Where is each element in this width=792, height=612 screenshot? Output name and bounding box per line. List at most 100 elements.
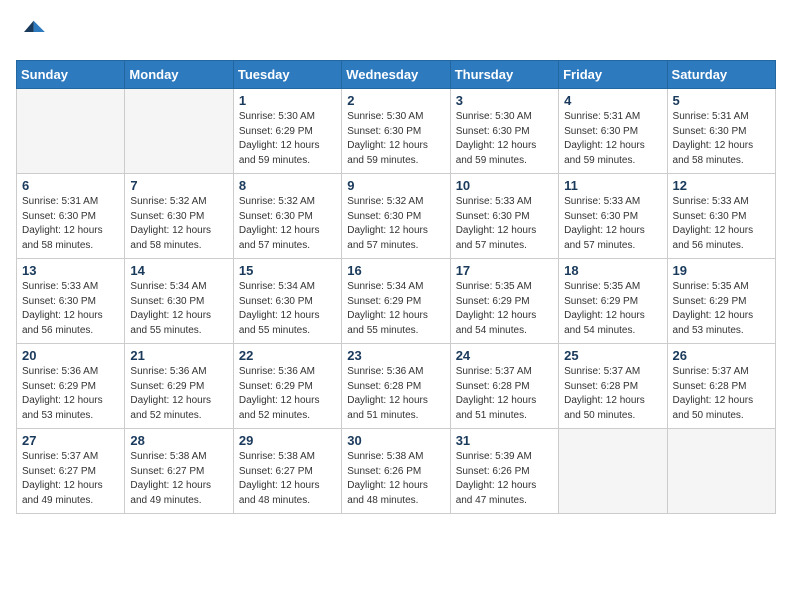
calendar-cell: 31 Sunrise: 5:39 AMSunset: 6:26 PMDayligh… [450, 429, 558, 514]
calendar-cell: 15 Sunrise: 5:34 AMSunset: 6:30 PMDayligh… [233, 259, 341, 344]
day-number: 14 [130, 263, 227, 278]
col-header-wednesday: Wednesday [342, 61, 450, 89]
day-number: 15 [239, 263, 336, 278]
calendar-cell: 18 Sunrise: 5:35 AMSunset: 6:29 PMDayligh… [559, 259, 667, 344]
day-detail: Sunrise: 5:36 AMSunset: 6:29 PMDaylight:… [239, 365, 336, 423]
calendar-cell: 19Sunrise: 5:35 AMSunset: 6:29 PMDayligh… [667, 259, 775, 344]
calendar-cell: 14 Sunrise: 5:34 AMSunset: 6:30 PMDayligh… [125, 259, 233, 344]
day-detail: Sunrise: 5:38 AMSunset: 6:26 PMDaylight:… [347, 450, 444, 508]
day-detail: Sunrise: 5:37 AMSunset: 6:28 PMDaylight:… [456, 365, 553, 423]
calendar-cell: 28 Sunrise: 5:38 AMSunset: 6:27 PMDayligh… [125, 429, 233, 514]
week-row-3: 13 Sunrise: 5:33 AMSunset: 6:30 PMDayligh… [17, 259, 776, 344]
day-detail: Sunrise: 5:30 AMSunset: 6:29 PMDaylight:… [239, 110, 336, 168]
day-number: 25 [564, 348, 661, 363]
day-number: 2 [347, 93, 444, 108]
calendar-cell: 21 Sunrise: 5:36 AMSunset: 6:29 PMDayligh… [125, 344, 233, 429]
day-detail: Sunrise: 5:35 AMSunset: 6:29 PMDaylight:… [564, 280, 661, 338]
day-detail: Sunrise: 5:38 AMSunset: 6:27 PMDaylight:… [130, 450, 227, 508]
calendar-cell: 8 Sunrise: 5:32 AMSunset: 6:30 PMDaylight… [233, 174, 341, 259]
day-number: 18 [564, 263, 661, 278]
calendar-cell [17, 89, 125, 174]
calendar-cell: 5 Sunrise: 5:31 AMSunset: 6:30 PMDaylight… [667, 89, 775, 174]
day-number: 9 [347, 178, 444, 193]
calendar-cell: 20 Sunrise: 5:36 AMSunset: 6:29 PMDayligh… [17, 344, 125, 429]
day-detail: Sunrise: 5:31 AMSunset: 6:30 PMDaylight:… [22, 195, 119, 253]
col-header-sunday: Sunday [17, 61, 125, 89]
day-number: 13 [22, 263, 119, 278]
calendar-cell: 4Sunrise: 5:31 AMSunset: 6:30 PMDaylight… [559, 89, 667, 174]
calendar-cell: 29 Sunrise: 5:38 AMSunset: 6:27 PMDayligh… [233, 429, 341, 514]
logo [16, 16, 52, 48]
day-detail: Sunrise: 5:37 AMSunset: 6:28 PMDaylight:… [673, 365, 770, 423]
calendar-cell: 3Sunrise: 5:30 AMSunset: 6:30 PMDaylight… [450, 89, 558, 174]
day-detail: Sunrise: 5:33 AMSunset: 6:30 PMDaylight:… [22, 280, 119, 338]
day-detail: Sunrise: 5:38 AMSunset: 6:27 PMDaylight:… [239, 450, 336, 508]
day-detail: Sunrise: 5:37 AMSunset: 6:28 PMDaylight:… [564, 365, 661, 423]
day-detail: Sunrise: 5:31 AMSunset: 6:30 PMDaylight:… [673, 110, 770, 168]
calendar-cell [667, 429, 775, 514]
week-row-5: 27 Sunrise: 5:37 AMSunset: 6:27 PMDayligh… [17, 429, 776, 514]
day-number: 5 [673, 93, 770, 108]
day-number: 20 [22, 348, 119, 363]
day-number: 28 [130, 433, 227, 448]
calendar-header-row: SundayMondayTuesdayWednesdayThursdayFrid… [17, 61, 776, 89]
col-header-friday: Friday [559, 61, 667, 89]
col-header-thursday: Thursday [450, 61, 558, 89]
day-number: 24 [456, 348, 553, 363]
day-detail: Sunrise: 5:32 AMSunset: 6:30 PMDaylight:… [239, 195, 336, 253]
day-detail: Sunrise: 5:33 AMSunset: 6:30 PMDaylight:… [564, 195, 661, 253]
calendar-cell: 23 Sunrise: 5:36 AMSunset: 6:28 PMDayligh… [342, 344, 450, 429]
calendar-cell: 1 Sunrise: 5:30 AMSunset: 6:29 PMDaylight… [233, 89, 341, 174]
calendar-cell: 26Sunrise: 5:37 AMSunset: 6:28 PMDayligh… [667, 344, 775, 429]
day-number: 27 [22, 433, 119, 448]
day-number: 11 [564, 178, 661, 193]
col-header-tuesday: Tuesday [233, 61, 341, 89]
day-number: 21 [130, 348, 227, 363]
day-detail: Sunrise: 5:36 AMSunset: 6:29 PMDaylight:… [130, 365, 227, 423]
day-number: 23 [347, 348, 444, 363]
day-number: 30 [347, 433, 444, 448]
day-number: 22 [239, 348, 336, 363]
day-detail: Sunrise: 5:32 AMSunset: 6:30 PMDaylight:… [130, 195, 227, 253]
calendar-cell: 2 Sunrise: 5:30 AMSunset: 6:30 PMDaylight… [342, 89, 450, 174]
calendar-cell: 12 Sunrise: 5:33 AMSunset: 6:30 PMDayligh… [667, 174, 775, 259]
day-number: 29 [239, 433, 336, 448]
col-header-saturday: Saturday [667, 61, 775, 89]
day-number: 6 [22, 178, 119, 193]
day-number: 16 [347, 263, 444, 278]
day-detail: Sunrise: 5:35 AMSunset: 6:29 PMDaylight:… [456, 280, 553, 338]
calendar-cell: 27 Sunrise: 5:37 AMSunset: 6:27 PMDayligh… [17, 429, 125, 514]
day-detail: Sunrise: 5:33 AMSunset: 6:30 PMDaylight:… [456, 195, 553, 253]
day-detail: Sunrise: 5:34 AMSunset: 6:29 PMDaylight:… [347, 280, 444, 338]
day-detail: Sunrise: 5:30 AMSunset: 6:30 PMDaylight:… [456, 110, 553, 168]
calendar-cell: 11 Sunrise: 5:33 AMSunset: 6:30 PMDayligh… [559, 174, 667, 259]
calendar-table: SundayMondayTuesdayWednesdayThursdayFrid… [16, 60, 776, 514]
calendar-cell: 17 Sunrise: 5:35 AMSunset: 6:29 PMDayligh… [450, 259, 558, 344]
calendar-cell: 10 Sunrise: 5:33 AMSunset: 6:30 PMDayligh… [450, 174, 558, 259]
calendar-cell: 6 Sunrise: 5:31 AMSunset: 6:30 PMDaylight… [17, 174, 125, 259]
day-number: 12 [673, 178, 770, 193]
calendar-cell: 22 Sunrise: 5:36 AMSunset: 6:29 PMDayligh… [233, 344, 341, 429]
day-detail: Sunrise: 5:34 AMSunset: 6:30 PMDaylight:… [239, 280, 336, 338]
day-number: 1 [239, 93, 336, 108]
day-number: 8 [239, 178, 336, 193]
day-detail: Sunrise: 5:30 AMSunset: 6:30 PMDaylight:… [347, 110, 444, 168]
day-number: 31 [456, 433, 553, 448]
logo-icon [16, 16, 48, 48]
day-number: 17 [456, 263, 553, 278]
day-detail: Sunrise: 5:37 AMSunset: 6:27 PMDaylight:… [22, 450, 119, 508]
calendar-cell: 16 Sunrise: 5:34 AMSunset: 6:29 PMDayligh… [342, 259, 450, 344]
day-detail: Sunrise: 5:33 AMSunset: 6:30 PMDaylight:… [673, 195, 770, 253]
week-row-1: 1 Sunrise: 5:30 AMSunset: 6:29 PMDaylight… [17, 89, 776, 174]
day-detail: Sunrise: 5:34 AMSunset: 6:30 PMDaylight:… [130, 280, 227, 338]
week-row-4: 20 Sunrise: 5:36 AMSunset: 6:29 PMDayligh… [17, 344, 776, 429]
day-detail: Sunrise: 5:36 AMSunset: 6:29 PMDaylight:… [22, 365, 119, 423]
day-detail: Sunrise: 5:36 AMSunset: 6:28 PMDaylight:… [347, 365, 444, 423]
day-number: 7 [130, 178, 227, 193]
day-detail: Sunrise: 5:32 AMSunset: 6:30 PMDaylight:… [347, 195, 444, 253]
col-header-monday: Monday [125, 61, 233, 89]
day-detail: Sunrise: 5:35 AMSunset: 6:29 PMDaylight:… [673, 280, 770, 338]
day-number: 10 [456, 178, 553, 193]
day-detail: Sunrise: 5:39 AMSunset: 6:26 PMDaylight:… [456, 450, 553, 508]
day-number: 4 [564, 93, 661, 108]
